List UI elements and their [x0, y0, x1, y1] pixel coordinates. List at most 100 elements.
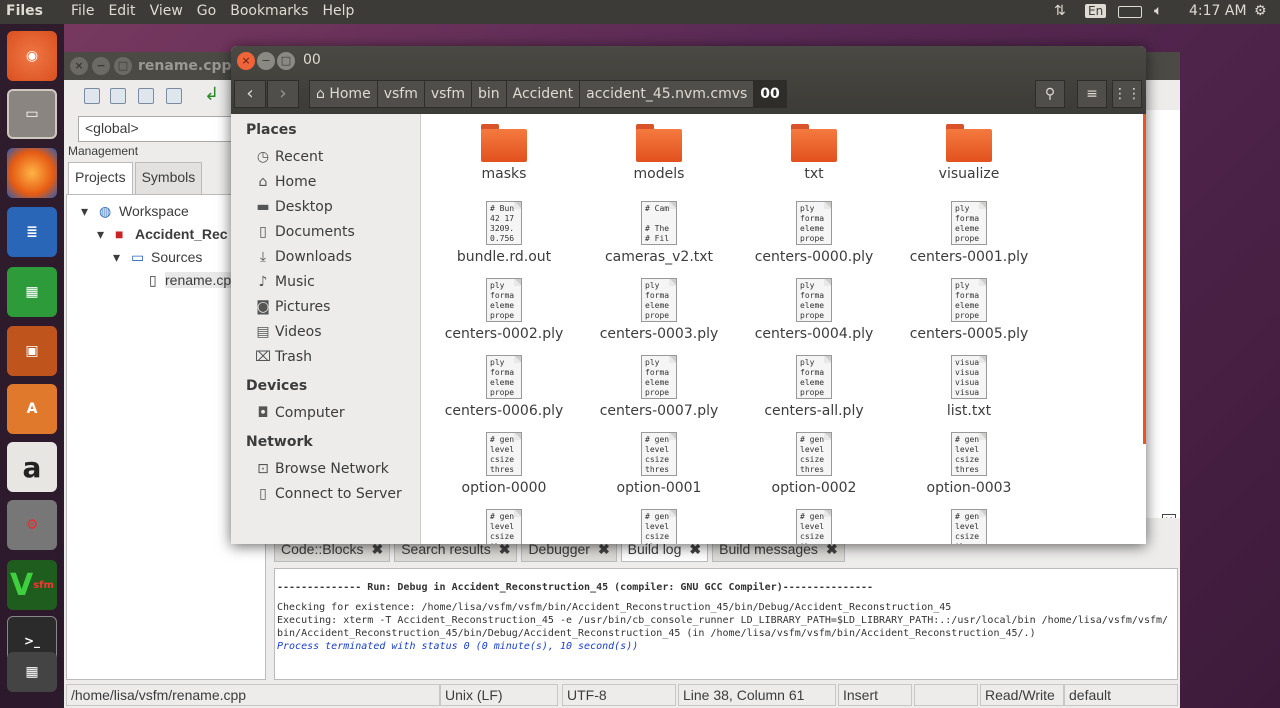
file-item[interactable]: visua visua visua visua list.txt — [894, 355, 1044, 419]
back-button[interactable]: ‹ — [234, 80, 266, 108]
files-icon[interactable]: ▭ — [7, 89, 57, 139]
expander-icon[interactable]: ▾ — [97, 226, 104, 243]
file-item[interactable]: ply forma eleme prope centers-0005.ply — [894, 278, 1044, 342]
file-item[interactable]: ply forma eleme prope centers-0000.ply — [739, 201, 889, 265]
sidebar-item-trash[interactable]: ⌧ Trash — [255, 349, 312, 365]
expander-icon[interactable]: ▾ — [81, 203, 88, 220]
tab-projects[interactable]: Projects — [68, 162, 133, 194]
file-item[interactable]: # genlevelcsizethres — [429, 509, 579, 544]
sidebar-item-recent[interactable]: ◷ Recent — [255, 149, 324, 165]
folder-item[interactable]: visualize — [894, 124, 1044, 182]
menu-view[interactable]: View — [150, 3, 183, 19]
ubuntu-dash-icon[interactable]: ◉ — [7, 31, 57, 81]
file-item[interactable]: # genlevelcsizethres — [584, 509, 734, 544]
grid-view-button[interactable]: ⋮⋮ — [1112, 80, 1142, 108]
breadcrumb-current[interactable]: 00 — [754, 80, 787, 108]
software-center-icon[interactable]: A — [7, 384, 57, 434]
list-view-button[interactable]: ≡ — [1077, 80, 1107, 108]
expander-icon[interactable]: ▾ — [113, 249, 120, 266]
maximize-icon[interactable]: □ — [114, 57, 132, 75]
scrollbar[interactable] — [1143, 114, 1146, 444]
sidebar-item-browse-network[interactable]: ⊡ Browse Network — [255, 461, 389, 477]
log-line: Checking for existence: /home/lisa/vsfm/… — [277, 602, 952, 613]
file-item[interactable]: # gen level csize thres option-0002 — [739, 432, 889, 496]
tab-symbols[interactable]: Symbols — [134, 162, 203, 194]
search-icon: ⚲ — [1044, 86, 1056, 102]
tree-project[interactable]: Accident_Rec — [135, 226, 228, 242]
file-item[interactable]: ply forma eleme prope centers-0004.ply — [739, 278, 889, 342]
clock[interactable]: 4:17 AM — [1189, 3, 1247, 19]
system-settings-icon[interactable]: ⚙ — [7, 500, 57, 550]
menu-help[interactable]: Help — [322, 3, 354, 19]
menu-go[interactable]: Go — [197, 3, 216, 19]
vsfm-icon[interactable]: Vsfm — [7, 560, 57, 610]
file-item[interactable]: # Bun 42 17 3209. 0.756 bundle.rd.out — [429, 201, 579, 265]
file-grid[interactable]: masks models txt visualize # Bun 42 17 3209. 0.… — [421, 114, 1146, 544]
file-item[interactable]: # genlevelcsizethres — [894, 509, 1044, 544]
file-item[interactable]: # genlevelcsizethres — [739, 509, 889, 544]
file-item[interactable]: ply forma eleme prope centers-0003.ply — [584, 278, 734, 342]
impress-icon[interactable]: ▣ — [7, 326, 57, 376]
sidebar-item-documents[interactable]: ▯ Documents — [255, 224, 355, 240]
save-icon[interactable] — [138, 88, 154, 104]
network-updown-icon[interactable]: ⇅ — [1054, 3, 1066, 19]
menu-edit[interactable]: Edit — [108, 3, 135, 19]
calc-icon[interactable]: ▦ — [7, 267, 57, 317]
build-log-output[interactable]: -------------- Run: Debug in Accident_Re… — [274, 568, 1178, 680]
minimize-icon[interactable]: − — [92, 57, 110, 75]
file-item[interactable]: # gen level csize thres option-0003 — [894, 432, 1044, 496]
sidebar-item-home[interactable]: ⌂ Home — [255, 174, 317, 190]
menu-bookmarks[interactable]: Bookmarks — [230, 3, 308, 19]
gear-icon[interactable]: ⚙ — [1254, 3, 1267, 19]
minimize-icon[interactable]: − — [257, 52, 275, 70]
tree-file[interactable]: rename.cp — [165, 272, 232, 288]
editor-area[interactable] — [1144, 110, 1180, 530]
sidebar-item-videos[interactable]: ▤ Videos — [255, 324, 321, 340]
amazon-icon[interactable]: a — [7, 442, 57, 492]
sidebar-item-label: Computer — [275, 405, 345, 421]
forward-button[interactable]: › — [267, 80, 299, 108]
maximize-icon[interactable]: □ — [277, 52, 295, 70]
close-icon[interactable]: × — [237, 52, 255, 70]
sidebar-item-connect-to-server[interactable]: ▯ Connect to Server — [255, 486, 402, 502]
undo-icon[interactable]: ↲ — [204, 84, 219, 105]
breadcrumb-vsfm[interactable]: vsfm — [377, 80, 425, 108]
file-item[interactable]: # gen level csize thres option-0001 — [584, 432, 734, 496]
folder-item[interactable]: masks — [429, 124, 579, 182]
close-icon[interactable]: × — [70, 57, 88, 75]
scope-combo[interactable]: <global> — [78, 116, 238, 142]
menu-file[interactable]: File — [71, 3, 94, 19]
sidebar-item-music[interactable]: ♪ Music — [255, 274, 315, 290]
file-item[interactable]: ply forma eleme prope centers-all.ply — [739, 355, 889, 419]
sidebar-item-computer[interactable]: ◘ Computer — [255, 405, 345, 421]
breadcrumb-bin[interactable]: bin — [472, 80, 507, 108]
firefox-icon[interactable] — [7, 148, 57, 198]
new-file-icon[interactable] — [84, 88, 100, 104]
preview-line: thres — [800, 465, 825, 474]
sidebar-item-downloads[interactable]: ⤓ Downloads — [255, 249, 352, 265]
folder-item[interactable]: txt — [739, 124, 889, 182]
breadcrumb-accident[interactable]: Accident — [506, 80, 581, 108]
file-item[interactable]: # Cam # The # Fil cameras_v2.txt — [584, 201, 734, 265]
sidebar-item-desktop[interactable]: ▬ Desktop — [255, 199, 332, 215]
file-item[interactable]: ply forma eleme prope centers-0007.ply — [584, 355, 734, 419]
open-file-icon[interactable] — [110, 88, 126, 104]
volume-icon[interactable]: 🔈︎ — [1154, 3, 1162, 19]
search-button[interactable]: ⚲ — [1035, 80, 1065, 108]
breadcrumb-cmvs[interactable]: accident_45.nvm.cmvs — [580, 80, 755, 108]
workspace-switcher-icon[interactable]: ▦ — [7, 652, 57, 692]
keyboard-layout-indicator[interactable]: En — [1085, 4, 1107, 18]
file-item[interactable]: ply forma eleme prope centers-0006.ply — [429, 355, 579, 419]
tree-sources[interactable]: Sources — [151, 249, 202, 265]
breadcrumb-vsfm-2[interactable]: vsfm — [424, 80, 472, 108]
save-all-icon[interactable] — [166, 88, 182, 104]
folder-item[interactable]: models — [584, 124, 734, 182]
breadcrumb-home[interactable]: ⌂ Home — [309, 80, 378, 108]
file-item[interactable]: # gen level csize thres option-0000 — [429, 432, 579, 496]
sidebar-item-pictures[interactable]: ◙ Pictures — [255, 299, 330, 315]
writer-icon[interactable]: ≣ — [7, 207, 57, 257]
file-item[interactable]: ply forma eleme prope centers-0002.ply — [429, 278, 579, 342]
battery-icon[interactable] — [1118, 6, 1142, 18]
file-item[interactable]: ply forma eleme prope centers-0001.ply — [894, 201, 1044, 265]
tree-workspace[interactable]: Workspace — [119, 203, 189, 219]
